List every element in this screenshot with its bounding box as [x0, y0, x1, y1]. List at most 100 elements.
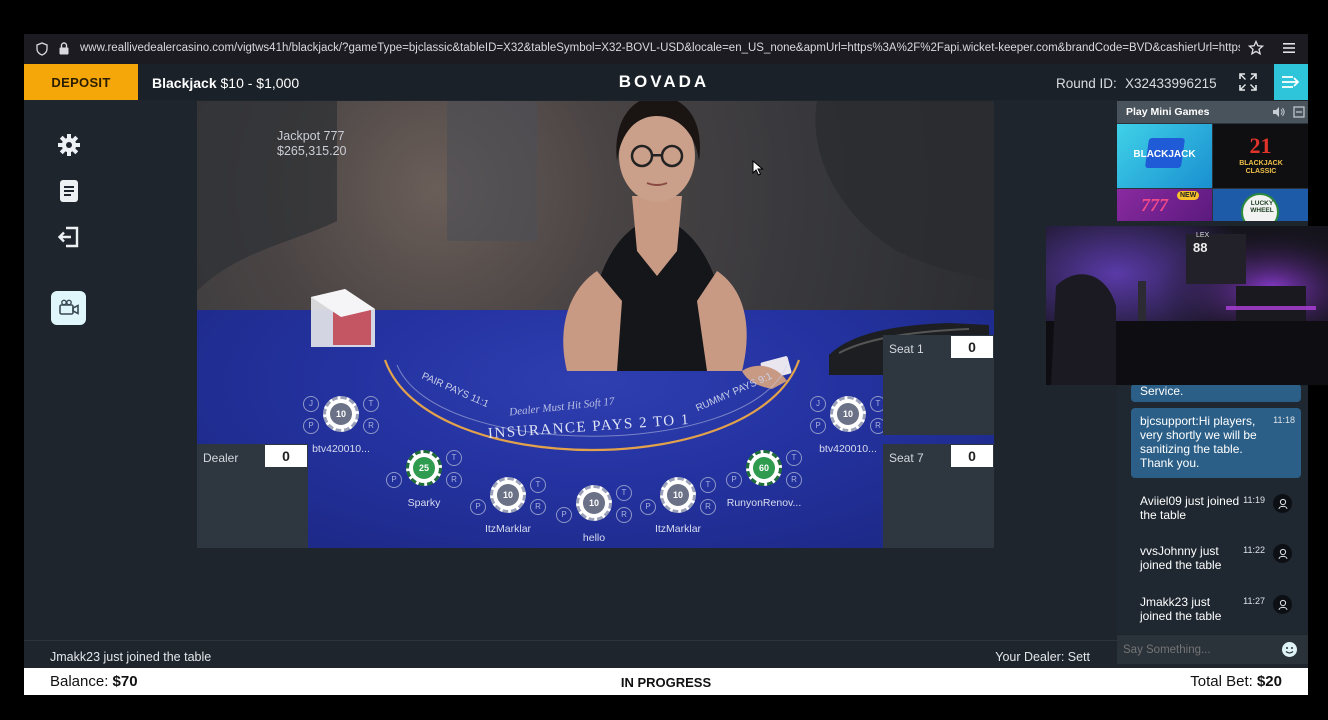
bet-chip-value: 10 [837, 403, 859, 425]
side-bet-spot[interactable]: P [640, 499, 656, 515]
round-id-value: X32433996215 [1125, 76, 1217, 91]
bet-chip-value: 10 [583, 492, 605, 514]
seat-player-name: hello [582, 532, 606, 544]
bet-chip-value: 25 [413, 457, 435, 479]
live-dealer-video: INSURANCE PAYS 2 TO 1 PAIR PAYS 11:1 Dea… [197, 101, 994, 548]
lock-icon[interactable] [58, 41, 70, 56]
bet-chip[interactable]: 10 [576, 485, 612, 521]
chat-message-time: 11:27 [1243, 596, 1265, 606]
brand-logo: BOVADA [618, 72, 710, 91]
collapse-panel-button[interactable] [1274, 64, 1308, 100]
chat-message-text: bjcsupport:Hi players, very shortly we w… [1140, 414, 1257, 470]
bet-chip[interactable]: 10 [490, 477, 526, 513]
side-bet-spot[interactable]: R [700, 499, 716, 515]
dealer-name: Your Dealer: Sett [995, 650, 1090, 664]
mini-game-classic-tile[interactable]: 21 BLACKJACK CLASSIC [1213, 124, 1308, 188]
total-bet-label: Total Bet: [1190, 673, 1253, 690]
side-bet-spot[interactable]: R [786, 472, 802, 488]
mini-game-blackjack-tile[interactable]: BLACKJACK [1117, 124, 1212, 188]
bet-chip[interactable]: 60 [746, 450, 782, 486]
chat-message-text: Service. [1140, 384, 1184, 398]
user-avatar-icon[interactable] [1273, 595, 1292, 614]
status-strip: Jmakk23 just joined the table Your Deale… [24, 640, 1117, 668]
side-bet-spot[interactable]: P [556, 507, 572, 523]
bet-chip-value: 60 [753, 457, 775, 479]
camera-toggle-button[interactable] [51, 291, 86, 325]
user-avatar-icon[interactable] [1273, 544, 1292, 563]
side-bet-spot[interactable]: T [446, 450, 462, 466]
table-name: Blackjack [152, 75, 217, 91]
chat-message-text: Jmakk23 just joined the table [1140, 595, 1222, 623]
exit-lobby-icon[interactable] [56, 224, 82, 250]
balance-label: Balance: [50, 673, 109, 690]
jackpot-amount: $265,315.20 [277, 144, 347, 158]
settings-gear-icon[interactable] [56, 132, 82, 158]
seat-player-name: RunyonRenov... [726, 497, 802, 509]
hamburger-menu-icon[interactable] [1282, 41, 1296, 55]
balance: Balance: $70 [50, 673, 138, 690]
table-title: Blackjack $10 - $1,000 [152, 75, 299, 91]
jackpot-title: Jackpot 777 [277, 129, 345, 143]
minimize-icon[interactable] [1293, 106, 1305, 118]
chat-input[interactable] [1123, 641, 1273, 658]
side-bet-spot[interactable]: P [470, 499, 486, 515]
mini-game-classic-number: 21 [1249, 133, 1272, 158]
mini-games-title: Play Mini Games [1126, 106, 1210, 118]
side-bet-spot[interactable]: R [616, 507, 632, 523]
side-bet-spot[interactable]: P [386, 472, 402, 488]
side-bet-spot[interactable]: T [616, 485, 632, 501]
mini-game-777-label: 777 [1141, 195, 1168, 215]
bet-chip-value: 10 [497, 484, 519, 506]
seat-1-score: 0 [951, 336, 993, 358]
url-text[interactable]: www.reallivedealercasino.com/vigtws41h/b… [80, 42, 1240, 54]
video-camera-icon [58, 299, 79, 315]
mini-game-blackjack-label: BLACKJACK [1133, 149, 1196, 160]
round-id-label: Round ID: [1056, 76, 1117, 91]
join-notification: Jmakk23 just joined the table [50, 650, 212, 664]
side-bet-spot[interactable]: T [786, 450, 802, 466]
bet-chip[interactable]: 10 [660, 477, 696, 513]
seat-7-label: Seat 7 [889, 451, 924, 465]
history-notes-icon[interactable] [56, 178, 82, 204]
emoji-icon[interactable] [1281, 641, 1298, 658]
chat-message-time: 11:18 [1273, 415, 1295, 425]
table-limits: $10 - $1,000 [220, 75, 300, 91]
bet-chip[interactable]: 10 [323, 396, 359, 432]
fullscreen-icon[interactable] [1238, 72, 1258, 92]
side-bet-spot[interactable]: R [446, 472, 462, 488]
mini-game-777-tile[interactable]: 777 NEW [1117, 189, 1212, 221]
side-bet-spot[interactable]: P [303, 418, 319, 434]
streamer-room-image [1046, 226, 1328, 385]
side-bet-spot[interactable]: J [303, 396, 319, 412]
sound-icon[interactable] [1272, 106, 1285, 118]
side-bet-spot[interactable]: R [530, 499, 546, 515]
side-bet-spot[interactable]: T [530, 477, 546, 493]
side-bet-spot[interactable]: R [363, 418, 379, 434]
deposit-button[interactable]: DEPOSIT [24, 64, 138, 100]
seat-7-score: 0 [951, 445, 993, 467]
seat-player-name: ItzMarklar [654, 523, 702, 535]
dealer-label: Dealer [203, 451, 239, 465]
chat-message: Service. [1131, 384, 1301, 402]
bet-chip[interactable]: 10 [830, 396, 866, 432]
bet-chip-value: 10 [667, 484, 689, 506]
side-bet-spot[interactable]: T [363, 396, 379, 412]
bottom-bar: Balance: $70 IN PROGRESS Total Bet: $20 [24, 668, 1308, 695]
chat-message: vvsJohnny just joined the table 11:22 [1131, 538, 1301, 582]
webcam-sign-text: LEX [1196, 232, 1210, 239]
side-bet-spot[interactable]: T [700, 477, 716, 493]
seat-player-name: Sparky [407, 497, 441, 509]
bet-chip[interactable]: 25 [406, 450, 442, 486]
browser-url-bar[interactable]: www.reallivedealercasino.com/vigtws41h/b… [24, 34, 1308, 64]
mini-games-panel: Play Mini Games BLACKJACK 21 BLACKJACK C… [1117, 101, 1308, 221]
chat-panel: Service. bjcsupport:Hi players, very sho… [1117, 384, 1308, 634]
bookmark-star-icon[interactable] [1248, 40, 1264, 56]
side-bet-spot[interactable]: J [810, 396, 826, 412]
side-bet-spot[interactable]: P [810, 418, 826, 434]
side-bet-spot[interactable]: P [726, 472, 742, 488]
mini-game-lucky-wheel-tile[interactable]: LUCKY WHEEL [1213, 189, 1308, 221]
shield-icon[interactable] [36, 42, 48, 56]
user-avatar-icon[interactable] [1273, 494, 1292, 513]
chat-message-text: vvsJohnny just joined the table [1140, 544, 1222, 572]
seat-1-label: Seat 1 [889, 342, 924, 356]
